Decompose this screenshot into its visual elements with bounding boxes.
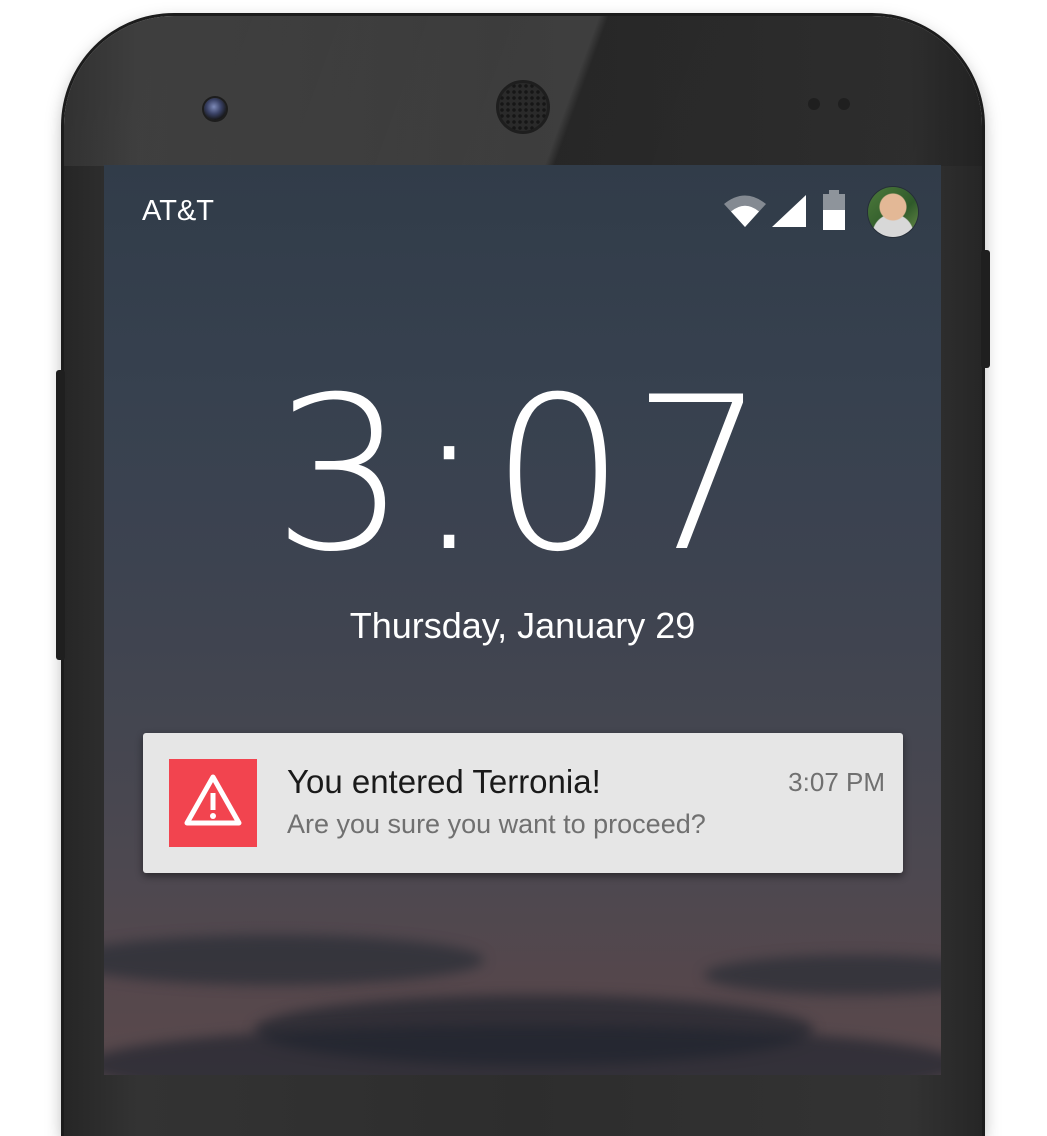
notification-title: You entered Terronia! <box>287 763 601 800</box>
notification-time: 3:07 PM <box>788 767 885 797</box>
notification-body: Are you sure you want to proceed? <box>287 809 706 839</box>
carrier-name: AT&T <box>142 195 214 227</box>
cloud <box>704 955 941 995</box>
proximity-sensor <box>808 98 820 110</box>
user-avatar[interactable] <box>868 187 918 237</box>
earpiece-speaker <box>499 83 547 131</box>
warning-icon <box>184 774 242 826</box>
lockscreen-date: Thursday, January 29 <box>349 605 696 646</box>
battery-icon <box>823 190 845 230</box>
lockscreen-clock: 3:07 <box>272 351 773 598</box>
wifi-icon <box>724 195 766 227</box>
cloud <box>104 935 484 985</box>
cloud <box>104 1025 941 1075</box>
notification-card[interactable]: You entered Terronia! Are you sure you w… <box>143 733 903 873</box>
signal-icon <box>772 195 806 227</box>
notification-app-icon <box>169 759 257 847</box>
volume-button <box>56 370 65 660</box>
light-sensor <box>838 98 850 110</box>
front-camera <box>204 98 226 120</box>
lock-screen[interactable]: AT&T 3:07 Thursday, January 29 You enter… <box>104 165 941 1075</box>
power-button <box>981 250 990 368</box>
